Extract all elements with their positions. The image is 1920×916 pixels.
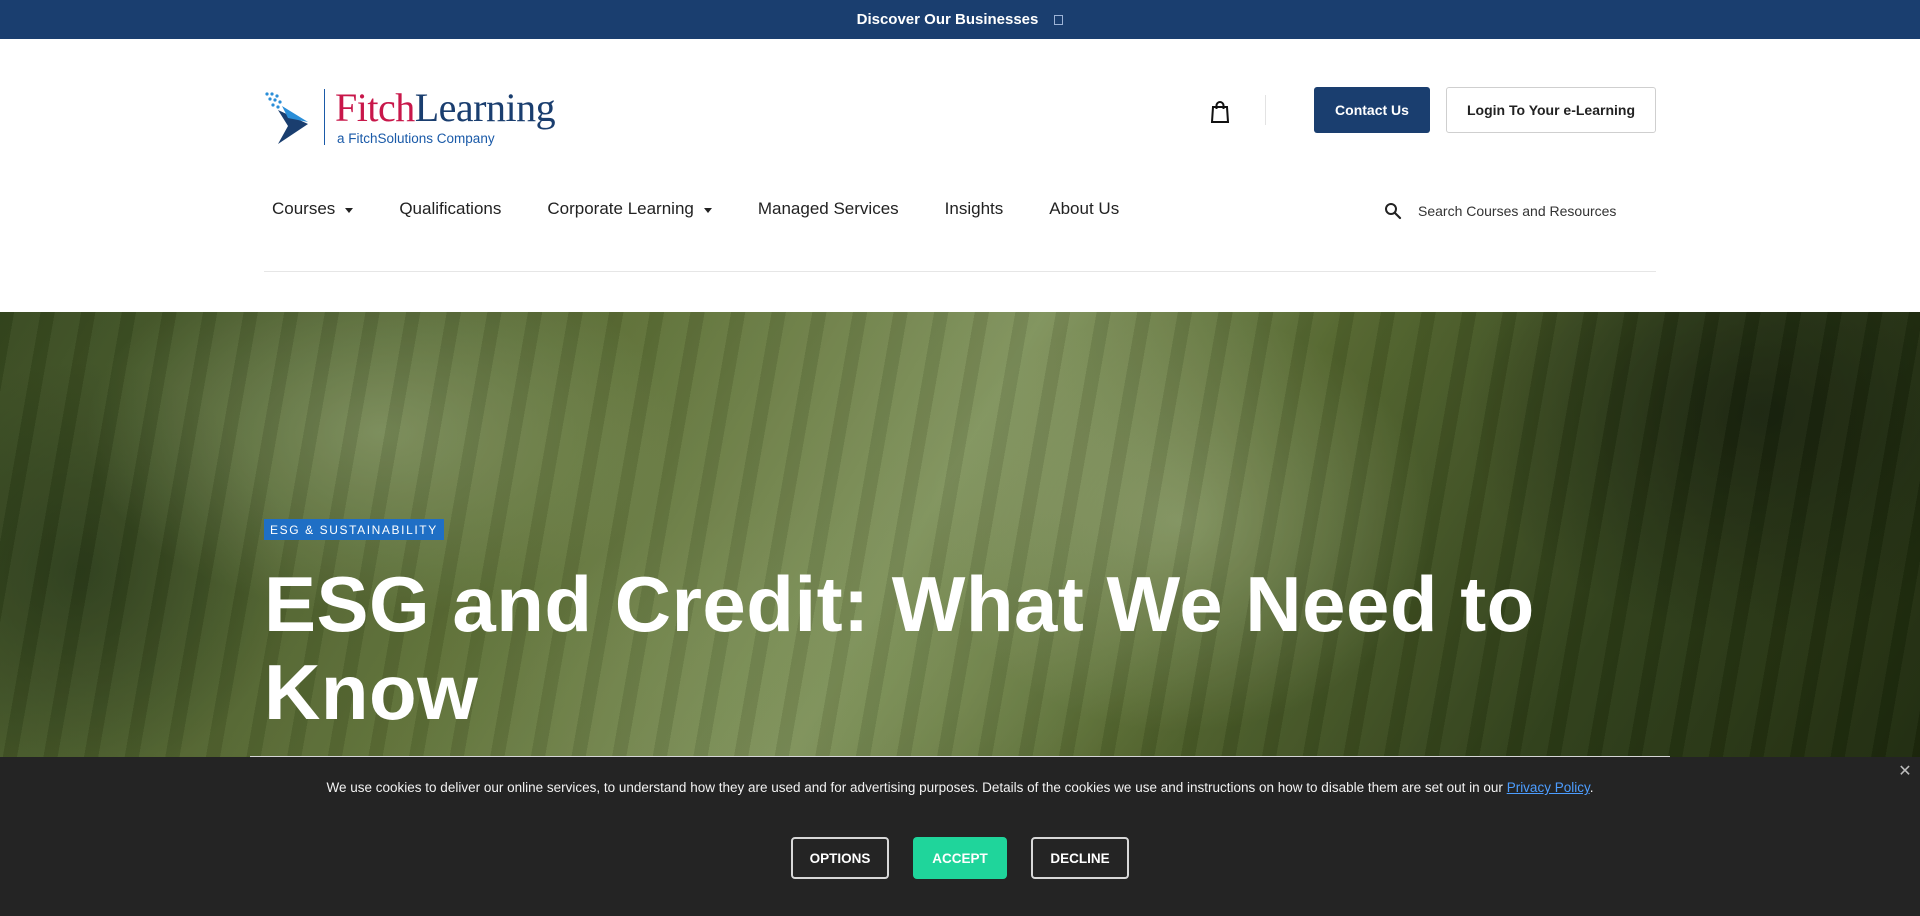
nav-item-managed-services[interactable]: Managed Services (758, 199, 899, 219)
caret-down-icon (703, 207, 712, 213)
nav-item-insights[interactable]: Insights (945, 199, 1004, 219)
cookie-actions: OPTIONS ACCEPT DECLINE (0, 837, 1920, 879)
logo-arrow-icon (265, 92, 308, 144)
shopping-bag-icon[interactable] (1210, 100, 1230, 124)
close-icon[interactable]: ✕ (1896, 763, 1914, 781)
search-bar (1384, 199, 1656, 223)
fitch-learning-logo[interactable]: FitchLearning a FitchSolutions Company (264, 85, 564, 149)
logo-wordmark: FitchLearning (335, 85, 556, 130)
nav-item-label: About Us (1049, 199, 1120, 218)
search-icon[interactable] (1384, 202, 1402, 220)
cookie-banner: ✕ We use cookies to deliver our online s… (0, 756, 1920, 916)
nav-item-label: Managed Services (757, 199, 899, 218)
contact-us-button[interactable]: Contact Us (1314, 87, 1430, 133)
cookie-banner-divider (250, 756, 1670, 757)
nav-item-label: Corporate Learning (547, 199, 694, 218)
cookie-message-trailing: . (1589, 780, 1594, 795)
top-announcement-bar: Discover Our Businesses (0, 0, 1920, 39)
login-elearning-button[interactable]: Login To Your e-Learning (1446, 87, 1656, 133)
cookie-options-button[interactable]: OPTIONS (791, 837, 889, 879)
main-nav: Courses Qualifications Corporate Learnin… (272, 199, 1165, 219)
category-tag[interactable]: ESG & SUSTAINABILITY (264, 519, 444, 540)
search-input[interactable] (1418, 203, 1638, 219)
logo-text: FitchLearning a FitchSolutions Company (335, 85, 556, 147)
logo-word-learning: Learning (414, 85, 556, 130)
cookie-decline-button[interactable]: DECLINE (1031, 837, 1129, 879)
header-separator (1265, 95, 1266, 125)
discover-businesses-label: Discover Our Businesses (856, 11, 1039, 28)
hero-banner: ESG & SUSTAINABILITY ESG and Credit: Wha… (0, 312, 1920, 757)
nav-item-label: Insights (944, 199, 1004, 218)
privacy-policy-link[interactable]: Privacy Policy (1507, 780, 1590, 795)
nav-item-corporate-learning[interactable]: Corporate Learning (547, 199, 712, 219)
discover-businesses-link[interactable]: Discover Our Businesses (857, 11, 1064, 28)
logo-divider (324, 89, 325, 145)
cookie-accept-button[interactable]: ACCEPT (913, 837, 1007, 879)
caret-down-icon (345, 207, 354, 213)
header-divider (264, 271, 1656, 272)
square-icon (1054, 14, 1064, 25)
nav-item-label: Courses (272, 199, 336, 218)
nav-item-qualifications[interactable]: Qualifications (399, 199, 501, 219)
logo-tagline: a FitchSolutions Company (337, 131, 495, 146)
page-title: ESG and Credit: What We Need to Know (264, 560, 1535, 736)
cookie-message-text: We use cookies to deliver our online ser… (326, 780, 1503, 795)
nav-item-courses[interactable]: Courses (272, 199, 354, 219)
logo-word-fitch: Fitch (335, 85, 415, 130)
nav-item-label: Qualifications (399, 199, 502, 218)
cookie-message: We use cookies to deliver our online ser… (0, 780, 1920, 795)
site-header: FitchLearning a FitchSolutions Company C… (0, 39, 1920, 312)
nav-item-about-us[interactable]: About Us (1049, 199, 1119, 219)
